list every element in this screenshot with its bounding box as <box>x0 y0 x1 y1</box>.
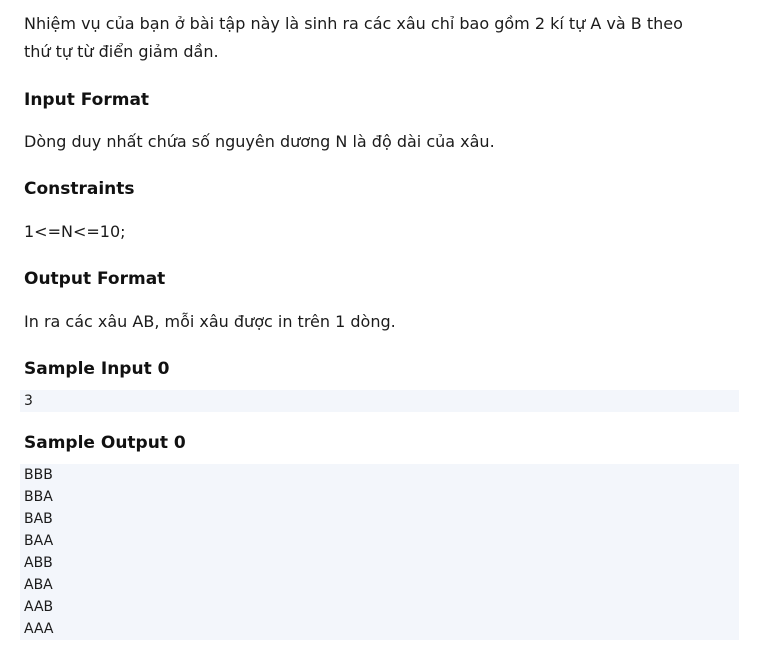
input-format-heading: Input Format <box>24 90 150 110</box>
problem-statement: Nhiệm vụ của bạn ở bài tập này là sinh r… <box>0 0 761 665</box>
output-format-text: In ra các xâu AB, mỗi xâu được in trên 1… <box>24 312 396 331</box>
sample-output-line: BBA <box>24 489 53 505</box>
sample-output-line: BBB <box>24 467 53 483</box>
sample-input-heading: Sample Input 0 <box>24 359 170 379</box>
constraints-heading: Constraints <box>24 179 135 199</box>
output-format-heading: Output Format <box>24 269 166 289</box>
sample-output-block: BBB BBA BAB BAA ABB ABA AAB AAA <box>20 464 739 640</box>
constraints-text: 1<=N<=10; <box>24 222 126 241</box>
problem-description-line-2: thứ tự từ điển giảm dần. <box>24 42 219 61</box>
problem-description-line-1: Nhiệm vụ của bạn ở bài tập này là sinh r… <box>24 14 683 33</box>
sample-output-line: BAB <box>24 511 53 527</box>
sample-output-line: AAB <box>24 599 54 615</box>
sample-input-line: 3 <box>24 393 33 409</box>
problem-description: Nhiệm vụ của bạn ở bài tập này là sinh r… <box>24 10 744 66</box>
input-format-text: Dòng duy nhất chứa số nguyên dương N là … <box>24 132 495 151</box>
sample-output-heading: Sample Output 0 <box>24 433 186 453</box>
sample-output-line: ABB <box>24 555 53 571</box>
sample-output-line: BAA <box>24 533 54 549</box>
sample-output-line: AAA <box>24 621 54 637</box>
sample-input-block: 3 <box>20 390 739 412</box>
sample-output-line: ABA <box>24 577 53 593</box>
